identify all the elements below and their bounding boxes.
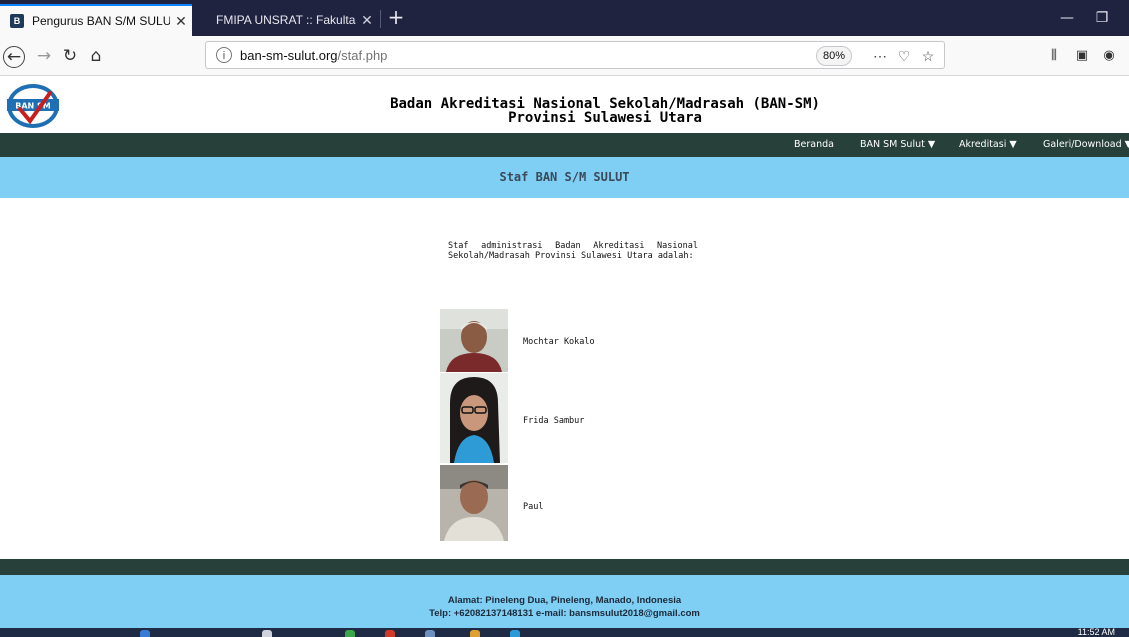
taskbar-app-icon[interactable] bbox=[385, 630, 395, 637]
reload-icon[interactable]: ↻ bbox=[58, 44, 82, 68]
site-title-line2: Provinsi Sulawesi Utara bbox=[508, 110, 702, 126]
intro-text: Staf administrasi Badan Akreditasi Nasio… bbox=[448, 241, 698, 261]
staff-photo-paul bbox=[440, 465, 508, 541]
tab-fmipa[interactable]: FMIPA UNSRAT :: Fakultas MIPA ✕ bbox=[196, 4, 378, 36]
taskbar-app-icon[interactable] bbox=[510, 630, 520, 637]
url-text[interactable]: ban-sm-sulut.org/staf.php bbox=[240, 48, 387, 63]
restore-icon[interactable]: ❐ bbox=[1087, 6, 1117, 30]
footer-band bbox=[0, 559, 1129, 575]
taskbar-app-icon[interactable] bbox=[425, 630, 435, 637]
browser-tab-bar: B Pengurus BAN S/M SULUT ✕ FMIPA UNSRAT … bbox=[0, 0, 1129, 36]
menu-ban-sm-sulut[interactable]: BAN SM Sulut ▼ bbox=[860, 133, 935, 157]
taskbar-app-icon[interactable] bbox=[140, 630, 150, 637]
staff-photo-frida bbox=[440, 373, 508, 463]
staff-name: Frida Sambur bbox=[523, 416, 585, 426]
ban-sm-logo: BAN SM bbox=[7, 84, 59, 128]
close-tab-icon[interactable]: ✕ bbox=[356, 12, 378, 29]
account-icon[interactable]: ◉ bbox=[1097, 44, 1121, 68]
tab-title: Pengurus BAN S/M SULUT bbox=[32, 14, 170, 28]
ban-favicon-icon: B bbox=[10, 14, 24, 28]
site-info-icon[interactable]: i bbox=[216, 47, 232, 63]
main-menu: Beranda BAN SM Sulut ▼ Akreditasi ▼ Gale… bbox=[0, 133, 1129, 157]
staff-name: Mochtar Kokalo bbox=[523, 337, 595, 347]
bookmark-star-icon[interactable]: ☆ bbox=[918, 46, 938, 66]
address-bar[interactable]: i ban-sm-sulut.org/staf.php 80% ⋯ ♡ ☆ bbox=[205, 41, 945, 69]
staff-photo-mochtar bbox=[440, 309, 508, 372]
library-icon[interactable]: ⫼ bbox=[1042, 44, 1066, 68]
page-actions-icon[interactable]: ⋯ bbox=[870, 46, 890, 66]
taskbar-clock[interactable]: 11:52 AM bbox=[1078, 628, 1115, 637]
taskbar-app-icon[interactable] bbox=[470, 630, 480, 637]
site-title-line1: Badan Akreditasi Nasional Sekolah/Madras… bbox=[390, 96, 820, 112]
home-icon[interactable]: ⌂ bbox=[84, 44, 108, 68]
url-path: /staf.php bbox=[337, 48, 388, 63]
new-tab-button[interactable]: + bbox=[384, 6, 408, 30]
minimize-icon[interactable]: — bbox=[1052, 6, 1082, 30]
url-domain: ban-sm-sulut.org bbox=[240, 48, 338, 63]
taskbar-app-icon[interactable] bbox=[345, 630, 355, 637]
menu-akreditasi[interactable]: Akreditasi ▼ bbox=[959, 133, 1017, 157]
site-footer: Alamat: Pineleng Dua, Pineleng, Manado, … bbox=[0, 575, 1129, 628]
tab-title: FMIPA UNSRAT :: Fakultas MIPA bbox=[216, 13, 356, 27]
staff-name: Paul bbox=[523, 502, 544, 512]
footer-address: Alamat: Pineleng Dua, Pineleng, Manado, … bbox=[447, 595, 682, 606]
pocket-icon[interactable]: ♡ bbox=[894, 46, 914, 66]
tab-separator bbox=[380, 10, 381, 28]
footer-contact: Telp: +62082137148131 e-mail: bansmsulut… bbox=[429, 608, 700, 619]
close-tab-icon[interactable]: ✕ bbox=[170, 13, 192, 30]
sidebar-icon[interactable]: ▣ bbox=[1070, 44, 1094, 68]
os-taskbar: 11:52 AM bbox=[0, 628, 1129, 637]
menu-beranda[interactable]: Beranda bbox=[794, 133, 834, 157]
tab-pengurus[interactable]: B Pengurus BAN S/M SULUT ✕ bbox=[0, 4, 192, 36]
back-icon[interactable]: ← bbox=[3, 46, 25, 68]
taskbar-app-icon[interactable] bbox=[262, 630, 272, 637]
zoom-level[interactable]: 80% bbox=[815, 46, 852, 66]
page-title: Staf BAN S/M SULUT bbox=[499, 170, 630, 184]
browser-navigation-bar: ← → ↻ ⌂ i ban-sm-sulut.org/staf.php 80% … bbox=[0, 36, 1129, 76]
forward-icon[interactable]: → bbox=[32, 44, 56, 68]
site-title: Badan Akreditasi Nasional Sekolah/Madras… bbox=[340, 97, 870, 125]
page-banner: Staf BAN S/M SULUT bbox=[0, 157, 1129, 198]
menu-galeri-download[interactable]: Galeri/Download ▼ bbox=[1043, 133, 1129, 157]
